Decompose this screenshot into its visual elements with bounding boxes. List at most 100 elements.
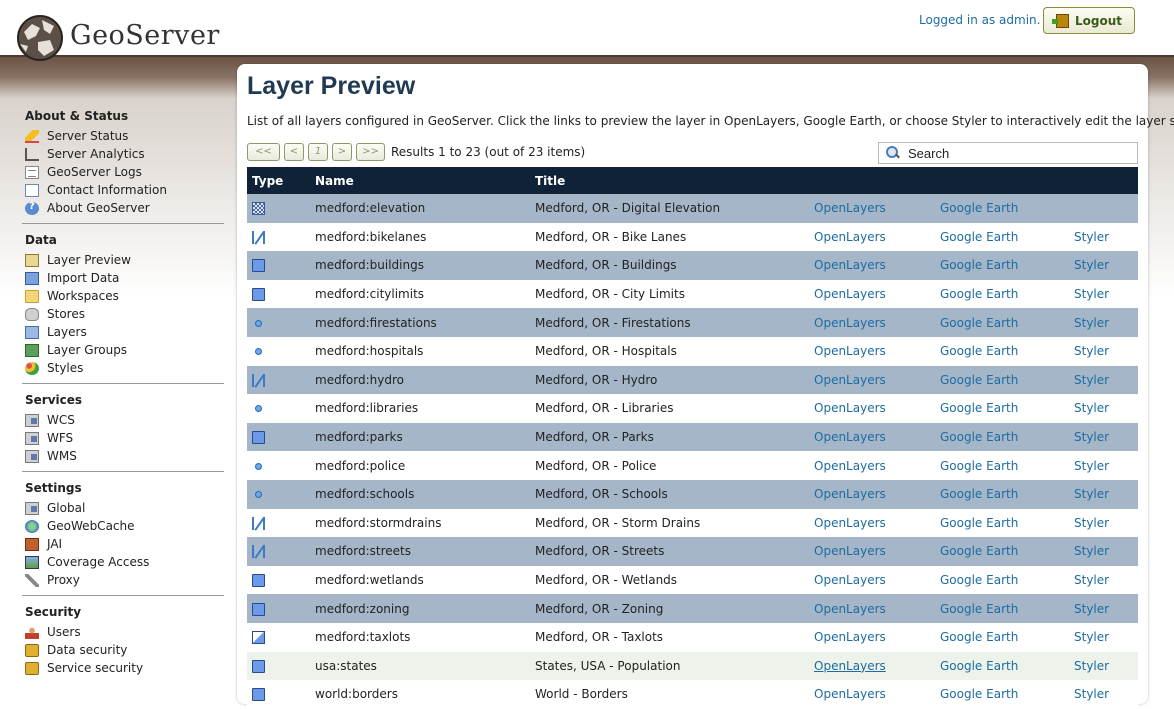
openlayers-link[interactable]: OpenLayers — [814, 544, 886, 558]
openlayers-link[interactable]: OpenLayers — [814, 516, 886, 530]
sidebar-item-service-security[interactable]: Service security — [22, 659, 224, 677]
logout-door-icon — [1051, 13, 1069, 28]
polygon-layer-icon — [252, 688, 265, 702]
sidebar-item-server-analytics[interactable]: Server Analytics — [22, 145, 224, 163]
sidebar-item-proxy[interactable]: Proxy — [22, 571, 224, 589]
table-header-row: Type Name Title — [247, 167, 1138, 194]
column-header-type[interactable]: Type — [247, 167, 310, 194]
google-earth-link[interactable]: Google Earth — [940, 344, 1018, 358]
logout-button[interactable]: Logout — [1043, 7, 1135, 34]
sidebar-item-wms[interactable]: WMS — [22, 447, 224, 465]
sidebar-item-server-status[interactable]: Server Status — [22, 127, 224, 145]
google-earth-link[interactable]: Google Earth — [940, 516, 1018, 530]
openlayers-link[interactable]: OpenLayers — [814, 487, 886, 501]
openlayers-link[interactable]: OpenLayers — [814, 630, 886, 644]
sidebar-item-wcs[interactable]: WCS — [22, 411, 224, 429]
pager-next-button[interactable]: > — [332, 142, 352, 161]
google-earth-link[interactable]: Google Earth — [940, 544, 1018, 558]
styler-link[interactable]: Styler — [1074, 573, 1109, 587]
openlayers-link[interactable]: OpenLayers — [814, 258, 886, 272]
sidebar-item-geoserver-logs[interactable]: GeoServer Logs — [22, 163, 224, 181]
openlayers-link[interactable]: OpenLayers — [814, 659, 886, 673]
styler-link[interactable]: Styler — [1074, 287, 1109, 301]
sidebar-item-import-data[interactable]: Import Data — [22, 269, 224, 287]
cell-type — [247, 279, 310, 309]
sidebar-item-contact-information[interactable]: Contact Information — [22, 181, 224, 199]
google-earth-link[interactable]: Google Earth — [940, 201, 1018, 215]
sidebar-item-stores[interactable]: Stores — [22, 305, 224, 323]
table-row: medford:stormdrains Medford, OR - Storm D… — [247, 508, 1138, 538]
sidebar-item-layers[interactable]: Layers — [22, 323, 224, 341]
styler-link[interactable]: Styler — [1074, 430, 1109, 444]
google-earth-link[interactable]: Google Earth — [940, 602, 1018, 616]
sidebar-item-data-security[interactable]: Data security — [22, 641, 224, 659]
pager-info: Results 1 to 23 (out of 23 items) — [391, 144, 586, 159]
search-box[interactable] — [878, 142, 1138, 164]
sidebar-item-jai[interactable]: JAI — [22, 535, 224, 553]
google-earth-link[interactable]: Google Earth — [940, 659, 1018, 673]
styler-link[interactable]: Styler — [1074, 401, 1109, 415]
styler-link[interactable]: Styler — [1074, 258, 1109, 272]
sidebar-item-label: Server Analytics — [47, 147, 145, 161]
google-earth-link[interactable]: Google Earth — [940, 487, 1018, 501]
google-earth-link[interactable]: Google Earth — [940, 373, 1018, 387]
openlayers-link[interactable]: OpenLayers — [814, 687, 886, 701]
openlayers-link[interactable]: OpenLayers — [814, 287, 886, 301]
openlayers-link[interactable]: OpenLayers — [814, 344, 886, 358]
openlayers-link[interactable]: OpenLayers — [814, 230, 886, 244]
cell-title: Medford, OR - Libraries — [530, 394, 809, 423]
sidebar-item-geowebcache[interactable]: GeoWebCache — [22, 517, 224, 535]
google-earth-link[interactable]: Google Earth — [940, 401, 1018, 415]
google-earth-link[interactable]: Google Earth — [940, 630, 1018, 644]
pager-prev-button[interactable]: < — [284, 142, 304, 161]
sidebar-item-wfs[interactable]: WFS — [22, 429, 224, 447]
sidebar-item-users[interactable]: Users — [22, 623, 224, 641]
styler-link[interactable]: Styler — [1074, 316, 1109, 330]
sidebar-item-workspaces[interactable]: Workspaces — [22, 287, 224, 305]
geoserver-logo[interactable]: GeoServer — [14, 10, 224, 64]
sidebar-item-layer-groups[interactable]: Layer Groups — [22, 341, 224, 359]
pager-current-page[interactable]: 1 — [308, 142, 328, 161]
google-earth-link[interactable]: Google Earth — [940, 316, 1018, 330]
openlayers-link[interactable]: OpenLayers — [814, 430, 886, 444]
search-input[interactable] — [906, 144, 1126, 162]
google-earth-link[interactable]: Google Earth — [940, 258, 1018, 272]
styler-link[interactable]: Styler — [1074, 544, 1109, 558]
styler-link[interactable]: Styler — [1074, 659, 1109, 673]
sidebar-item-layer-preview[interactable]: Layer Preview — [22, 251, 224, 269]
openlayers-link[interactable]: OpenLayers — [814, 401, 886, 415]
google-earth-cell: Google Earth — [935, 565, 1069, 595]
google-earth-link[interactable]: Google Earth — [940, 430, 1018, 444]
google-earth-link[interactable]: Google Earth — [940, 230, 1018, 244]
openlayers-link[interactable]: OpenLayers — [814, 573, 886, 587]
pager-last-button[interactable]: >> — [356, 142, 385, 161]
openlayers-link[interactable]: OpenLayers — [814, 459, 886, 473]
cell-title: Medford, OR - City Limits — [530, 279, 809, 309]
sidebar-item-styles[interactable]: Styles — [22, 359, 224, 377]
styler-link[interactable]: Styler — [1074, 630, 1109, 644]
google-earth-link[interactable]: Google Earth — [940, 459, 1018, 473]
styler-link[interactable]: Styler — [1074, 487, 1109, 501]
styler-link[interactable]: Styler — [1074, 344, 1109, 358]
pager-first-button[interactable]: << — [247, 142, 280, 161]
openlayers-link[interactable]: OpenLayers — [814, 316, 886, 330]
google-earth-link[interactable]: Google Earth — [940, 287, 1018, 301]
openlayers-link[interactable]: OpenLayers — [814, 602, 886, 616]
openlayers-link[interactable]: OpenLayers — [814, 201, 886, 215]
styler-link[interactable]: Styler — [1074, 373, 1109, 387]
cell-type — [247, 194, 310, 223]
styler-link[interactable]: Styler — [1074, 459, 1109, 473]
column-header-name[interactable]: Name — [310, 167, 530, 194]
column-header-title[interactable]: Title — [530, 167, 809, 194]
sidebar-item-coverage-access[interactable]: Coverage Access — [22, 553, 224, 571]
sidebar-item-about-geoserver[interactable]: About GeoServer — [22, 199, 224, 217]
google-earth-link[interactable]: Google Earth — [940, 573, 1018, 587]
column-header-styler — [1069, 167, 1138, 194]
openlayers-link[interactable]: OpenLayers — [814, 373, 886, 387]
styler-link[interactable]: Styler — [1074, 230, 1109, 244]
google-earth-link[interactable]: Google Earth — [940, 687, 1018, 701]
sidebar-item-global[interactable]: Global — [22, 499, 224, 517]
styler-link[interactable]: Styler — [1074, 687, 1109, 701]
styler-link[interactable]: Styler — [1074, 602, 1109, 616]
styler-link[interactable]: Styler — [1074, 516, 1109, 530]
